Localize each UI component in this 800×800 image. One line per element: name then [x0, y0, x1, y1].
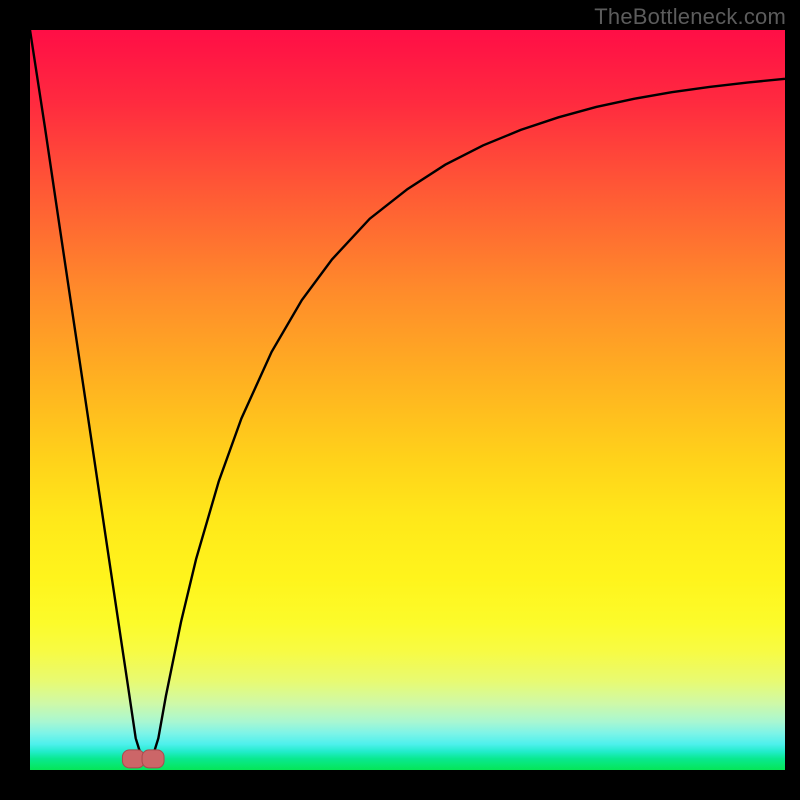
valley-markers	[122, 750, 164, 768]
chart-frame: TheBottleneck.com	[0, 0, 800, 800]
valley-marker	[142, 750, 164, 768]
watermark-text: TheBottleneck.com	[594, 4, 786, 30]
curve-path	[30, 30, 785, 763]
valley-marker	[122, 750, 144, 768]
plot-area	[30, 30, 785, 770]
bottleneck-curve	[30, 30, 785, 770]
